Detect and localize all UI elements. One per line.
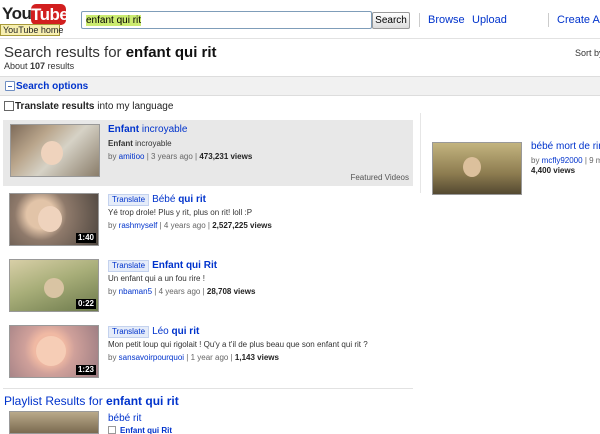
thumbnail-subject [463, 157, 481, 177]
video-thumbnail[interactable] [10, 124, 100, 177]
playlist-name-link[interactable]: bébé rit [108, 413, 141, 424]
title-part-b: qui rit [171, 326, 200, 337]
browse-link[interactable]: Browse [428, 14, 465, 26]
header-separator [548, 13, 549, 27]
header-divider [0, 38, 600, 39]
title-query: enfant qui rit [125, 44, 217, 61]
view-count: 1,143 views [234, 353, 279, 362]
upload-link[interactable]: Upload [472, 14, 507, 26]
sort-by-label[interactable]: Sort by [575, 48, 600, 58]
search-button[interactable]: Search [372, 12, 410, 29]
count-prefix: About [4, 61, 31, 71]
video-result: 1:23 Translate Léo qui rit Mon petit loup… [3, 325, 413, 383]
logo-you-text: You [2, 4, 32, 23]
upload-age: 3 years ago [151, 152, 193, 161]
video-description: Enfant incroyable [108, 139, 172, 148]
create-account-link[interactable]: Create Acc [557, 14, 600, 26]
video-meta: by sansavoirpourquoi | 1 year ago | 1,14… [108, 353, 279, 362]
video-meta: by nbaman5 | 4 years ago | 28,708 views [108, 287, 256, 296]
video-description: Un enfant qui a un fou rire ! [108, 274, 205, 283]
video-thumbnail[interactable]: 1:40 [9, 193, 99, 246]
video-thumbnail[interactable]: 0:22 [9, 259, 99, 312]
playlist-results-heading: Playlist Results for enfant qui rit [4, 394, 179, 408]
search-input-value: enfant qui rit [86, 15, 142, 26]
video-result: 1:40 Translate Bébé qui rit Yé trop drole… [3, 193, 413, 251]
uploader-link[interactable]: amitioo [119, 152, 145, 161]
desc-bold: Enfant [108, 139, 133, 148]
translate-label: Translate results into my language [15, 101, 173, 112]
translate-badge[interactable]: Translate [108, 194, 150, 206]
playlist-title-query: enfant qui rit [106, 394, 179, 408]
translate-label-bold: Translate results [15, 101, 95, 112]
video-description: Mon petit loup qui rigolait ! Qu'y a t'i… [108, 340, 368, 349]
expand-options-icon[interactable] [5, 81, 15, 91]
video-description: Yé trop drole! Plus y rit, plus on rit! … [108, 208, 253, 217]
view-count: 4,400 views [531, 166, 576, 175]
thumbnail-subject [41, 141, 63, 165]
uploader-link[interactable]: mcfly92000 [542, 156, 583, 165]
title-part-b: qui rit [178, 194, 206, 205]
featured-videos-label: Featured Videos [350, 173, 409, 182]
translate-badge[interactable]: Translate [108, 326, 150, 338]
desc-rest: incroyable [132, 139, 172, 148]
title-rest: incroyable [139, 124, 188, 135]
playlist-item-icon [108, 426, 116, 434]
thumbnail-subject [38, 206, 62, 232]
by-label: by [531, 156, 542, 165]
uploader-link[interactable]: nbaman5 [119, 287, 152, 296]
sidebar-video-meta: by mcfly92000 | 9 mo [531, 156, 600, 165]
featured-result: Enfant incroyable Enfant incroyable by a… [3, 120, 413, 186]
count-suffix: results [45, 61, 75, 71]
logo-tube-text: Tube [31, 4, 69, 25]
view-count: 2,527,225 views [212, 221, 272, 230]
column-divider [420, 113, 421, 193]
view-count: 28,708 views [206, 287, 256, 296]
video-meta: by rashmyself | 4 years ago | 2,527,225 … [108, 221, 272, 230]
translate-badge[interactable]: Translate [108, 260, 150, 272]
video-result: 0:22 Translate Enfant qui Rit Un enfant q… [3, 259, 413, 317]
video-duration: 1:23 [75, 365, 96, 375]
sidebar-view-count: 4,400 views [531, 166, 575, 175]
section-divider [3, 388, 413, 389]
upload-age: 4 years ago [163, 221, 206, 230]
upload-age: 4 years ago [158, 287, 201, 296]
video-title-link[interactable]: Translate Enfant qui Rit [108, 260, 217, 272]
title-bold: Enfant [108, 124, 140, 135]
video-title-link[interactable]: Translate Léo qui rit [108, 326, 199, 338]
upload-age: 9 mo [589, 156, 600, 165]
playlist-title-prefix: Playlist Results for [4, 394, 107, 408]
video-duration: 0:22 [75, 299, 96, 309]
count-number: 107 [30, 61, 46, 71]
view-count: 473,231 views [199, 152, 253, 161]
title-prefix: Search results for [4, 44, 126, 61]
video-thumbnail[interactable] [432, 142, 522, 195]
translate-label-rest: into my language [94, 101, 174, 112]
video-meta: by amitioo | 3 years ago | 473,231 views [108, 152, 253, 161]
header-separator [419, 13, 420, 27]
upload-age: 1 year ago [190, 353, 229, 362]
thumbnail-subject [36, 336, 66, 366]
video-title-link[interactable]: Translate Bébé qui rit [108, 194, 206, 206]
title-part-a: Bébé [152, 194, 179, 205]
translate-checkbox[interactable] [4, 101, 14, 111]
title-part-b: Enfant qui Rit [152, 260, 218, 271]
search-options-bar [0, 76, 600, 96]
search-input[interactable]: enfant qui rit [81, 11, 372, 29]
playlist-item-link[interactable]: Enfant qui Rit [120, 426, 172, 434]
video-thumbnail[interactable]: 1:23 [9, 325, 99, 378]
youtube-logo[interactable]: You Tube YouTube home [0, 3, 69, 36]
page-title: Search results for enfant qui rit [4, 44, 217, 61]
logo-home-tooltip: YouTube home [0, 24, 63, 36]
by-label: by [108, 152, 119, 161]
title-part-a: Léo [152, 326, 172, 337]
video-title-link[interactable]: Enfant incroyable [108, 124, 187, 135]
uploader-link[interactable]: sansavoirpourquoi [119, 353, 184, 362]
search-options-link[interactable]: Search options [16, 81, 88, 92]
sidebar-video-title[interactable]: bébé mort de rire [531, 141, 600, 152]
playlist-thumbnail[interactable] [9, 411, 99, 434]
uploader-link[interactable]: rashmyself [119, 221, 158, 230]
result-count: About 107 results [4, 61, 74, 71]
video-duration: 1:40 [75, 233, 96, 243]
thumbnail-subject [44, 278, 64, 298]
